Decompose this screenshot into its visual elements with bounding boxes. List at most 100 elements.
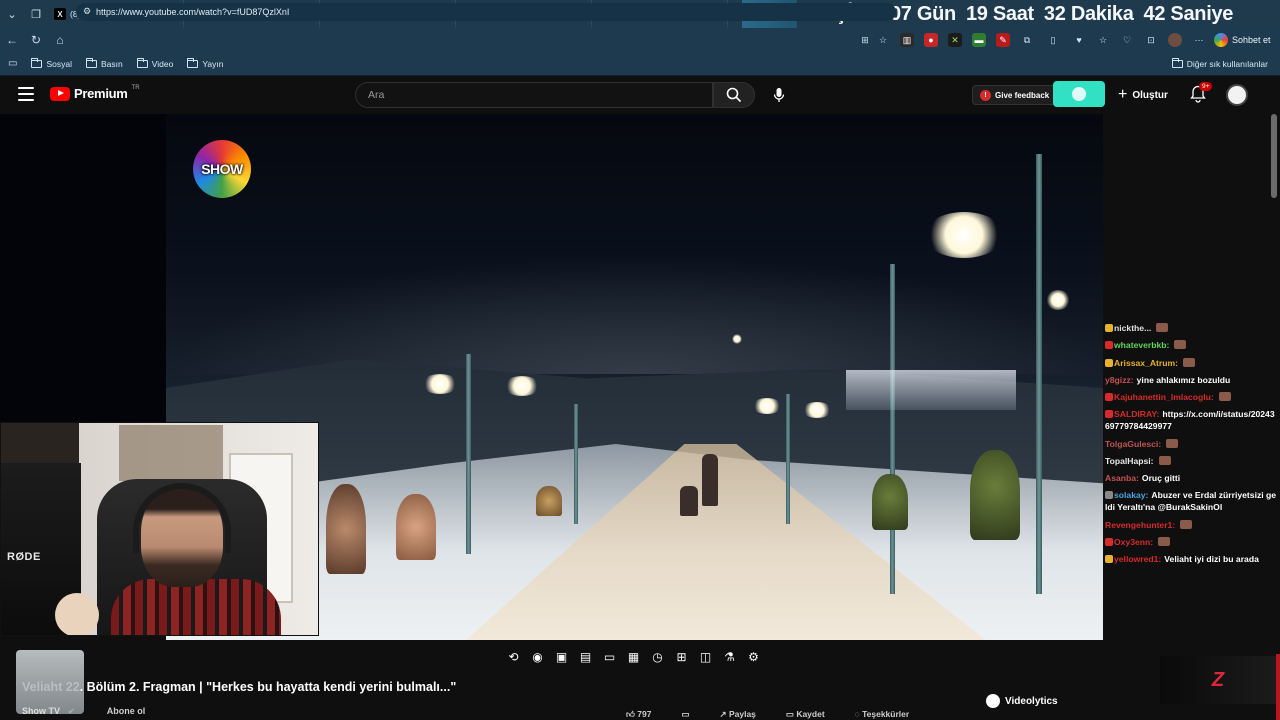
chat-message: Kajuhanettin_Imlacoglu:: [1103, 391, 1280, 405]
other-bookmarks[interactable]: Diğer sık kullanılanlar: [1171, 52, 1268, 76]
chat-username: whateverbkb:: [1114, 340, 1170, 351]
more-menu-icon[interactable]: ⋯: [1192, 33, 1206, 47]
copilot-icon[interactable]: ♡: [1120, 33, 1134, 47]
audio-mode-icon[interactable]: ◉: [530, 650, 545, 665]
search-button[interactable]: [713, 82, 755, 108]
folder-icon: [31, 57, 43, 68]
lit-building: [846, 370, 1016, 410]
chat-message: nickthe...: [1103, 322, 1280, 336]
add-icon[interactable]: ⊞: [674, 650, 689, 665]
player-toolbar: ⟲ ◉ ▣ ▤ ▭ ▦ ◷ ⊞ ◫ ⚗ ⚙: [506, 647, 761, 667]
chat-username: Arissax_Atrum:: [1114, 357, 1178, 368]
dislike-button[interactable]: ▭: [681, 709, 689, 720]
loop-icon[interactable]: ⟲: [506, 650, 521, 665]
subscribe-button[interactable]: Abone ol: [107, 706, 146, 716]
verified-check-icon: ✔: [68, 706, 75, 716]
stream-chat-overlay: nickthe... whateverbkb: Arissax_Atrum: y8gi…: [1103, 322, 1280, 644]
chat-message: TopalHapsi:: [1103, 455, 1280, 469]
bare-tree: [326, 484, 366, 574]
chat-message: TolgaGulesci:: [1103, 438, 1280, 452]
bookmarks-bar: ▭ Sosyal Basın Video Yayın Diğer sık kul…: [0, 52, 1280, 76]
clip-icon[interactable]: ▤: [578, 650, 593, 665]
youtube-premium-logo[interactable]: Premium TR: [50, 85, 140, 101]
workspaces-icon[interactable]: ❐: [24, 0, 48, 28]
url-field[interactable]: ⚙ https://www.youtube.com/watch?v=fUD87Q…: [76, 3, 896, 21]
bookmark-folder-video[interactable]: Video: [136, 57, 173, 69]
save-button[interactable]: ▭ Kaydet: [786, 709, 825, 720]
lab-flask-icon[interactable]: ⚗: [722, 650, 737, 665]
countdown-hours: 19 Saat: [965, 2, 1034, 25]
theater-mode-icon[interactable]: ▭: [602, 650, 617, 665]
chat-message: solakay: Abuzer ve Erdal zürriyetsizi gel…: [1103, 489, 1280, 515]
menu-hamburger-icon[interactable]: [18, 87, 34, 101]
site-info-icon[interactable]: ⚙: [83, 6, 91, 17]
page-scrollbar[interactable]: [1271, 114, 1277, 198]
chat-emote-icon: [1156, 323, 1169, 332]
z-logo-mark: Z: [1211, 668, 1225, 691]
extension-icon[interactable]: ✕: [948, 33, 962, 47]
speed-icon[interactable]: ◷: [650, 650, 665, 665]
screenshot-icon[interactable]: ◫: [698, 650, 713, 665]
puzzle-icon[interactable]: ⧉: [1020, 33, 1034, 47]
profile-avatar[interactable]: [1168, 33, 1182, 47]
user-badge-icon: [1105, 393, 1113, 402]
extension-icon[interactable]: ●: [924, 33, 938, 47]
evergreen-tree: [970, 450, 1020, 540]
tab-menu-chevron-icon[interactable]: ⌄: [0, 0, 24, 28]
tab-list-icon[interactable]: ▭: [8, 58, 17, 69]
street-lamp: [890, 264, 895, 594]
collections-icon[interactable]: ☆: [1096, 33, 1110, 47]
extension-icon[interactable]: ▥: [900, 33, 914, 47]
bookmark-folder-yayin[interactable]: Yayın: [187, 57, 223, 69]
chat-username: yellowred1:: [1114, 554, 1162, 565]
give-feedback-button[interactable]: ! Give feedback: [972, 85, 1058, 105]
create-button[interactable]: + Oluştur: [1118, 85, 1168, 105]
chat-text: Veliaht iyi dizi bu arada: [1164, 554, 1259, 565]
extension-icon[interactable]: ✎: [996, 33, 1010, 47]
stream-overlay-logo: Z: [1160, 656, 1276, 704]
share-button[interactable]: ↗ Paylaş: [719, 709, 755, 720]
address-toolbar: ← ↻ ⌂: [0, 28, 1280, 52]
channel-name[interactable]: Show TV: [22, 706, 60, 716]
chat-username: Oxy3enn:: [1114, 536, 1154, 547]
subtitles-icon[interactable]: ▣: [554, 650, 569, 665]
thanks-button[interactable]: ◌ Teşekkürler: [855, 709, 910, 719]
settings-gear-icon[interactable]: ⚙: [746, 650, 761, 665]
chat-emote-icon: [1174, 340, 1187, 350]
lamp-glow: [752, 398, 782, 414]
home-button[interactable]: ⌂: [48, 28, 72, 52]
screenshot-icon[interactable]: ⊡: [1144, 33, 1158, 47]
user-badge-icon: [1105, 555, 1113, 564]
chat-message: Oxy3enn:: [1103, 536, 1280, 550]
microphone-icon: [773, 88, 785, 102]
extension-toggle-button[interactable]: [1053, 81, 1105, 107]
search-input[interactable]: Ara: [355, 82, 713, 108]
folder-icon: [85, 57, 97, 68]
refresh-button[interactable]: ↻: [24, 28, 48, 52]
account-avatar[interactable]: [1226, 84, 1248, 106]
create-label: Oluştur: [1132, 89, 1168, 101]
bookmark-folder-sosyal[interactable]: Sosyal: [31, 57, 72, 69]
miniplayer-icon[interactable]: ▦: [626, 650, 641, 665]
favorite-star-icon[interactable]: ☆: [876, 33, 890, 47]
performance-icon[interactable]: ♥: [1072, 33, 1086, 47]
countdown-seconds: 42 Saniye: [1143, 2, 1234, 25]
toggle-dot-icon: [1072, 87, 1086, 101]
stream-left-margin: [0, 114, 166, 424]
like-button[interactable]: 👍︎ 797: [626, 709, 651, 720]
folder-icon: [1171, 58, 1183, 68]
back-button[interactable]: ←: [0, 28, 24, 52]
chat-copilot-button[interactable]: Sohbet et: [1214, 31, 1271, 49]
sidebar-icon[interactable]: ▯: [1046, 33, 1060, 47]
videolytics-button[interactable]: Videolytics: [986, 694, 1058, 708]
notifications-button[interactable]: 9+: [1190, 82, 1213, 103]
street-lamp: [786, 394, 790, 524]
split-view-icon[interactable]: ⊞: [858, 33, 872, 47]
bookmark-folder-basin[interactable]: Basın: [85, 57, 123, 69]
share-icon: ↗: [719, 708, 729, 719]
voice-search-button[interactable]: [766, 82, 792, 108]
extension-icon[interactable]: ▬: [972, 33, 986, 47]
x-logo-icon: X: [54, 8, 66, 20]
plus-icon: +: [1118, 86, 1128, 103]
countdown-minutes: 32 Dakika: [1043, 2, 1134, 25]
